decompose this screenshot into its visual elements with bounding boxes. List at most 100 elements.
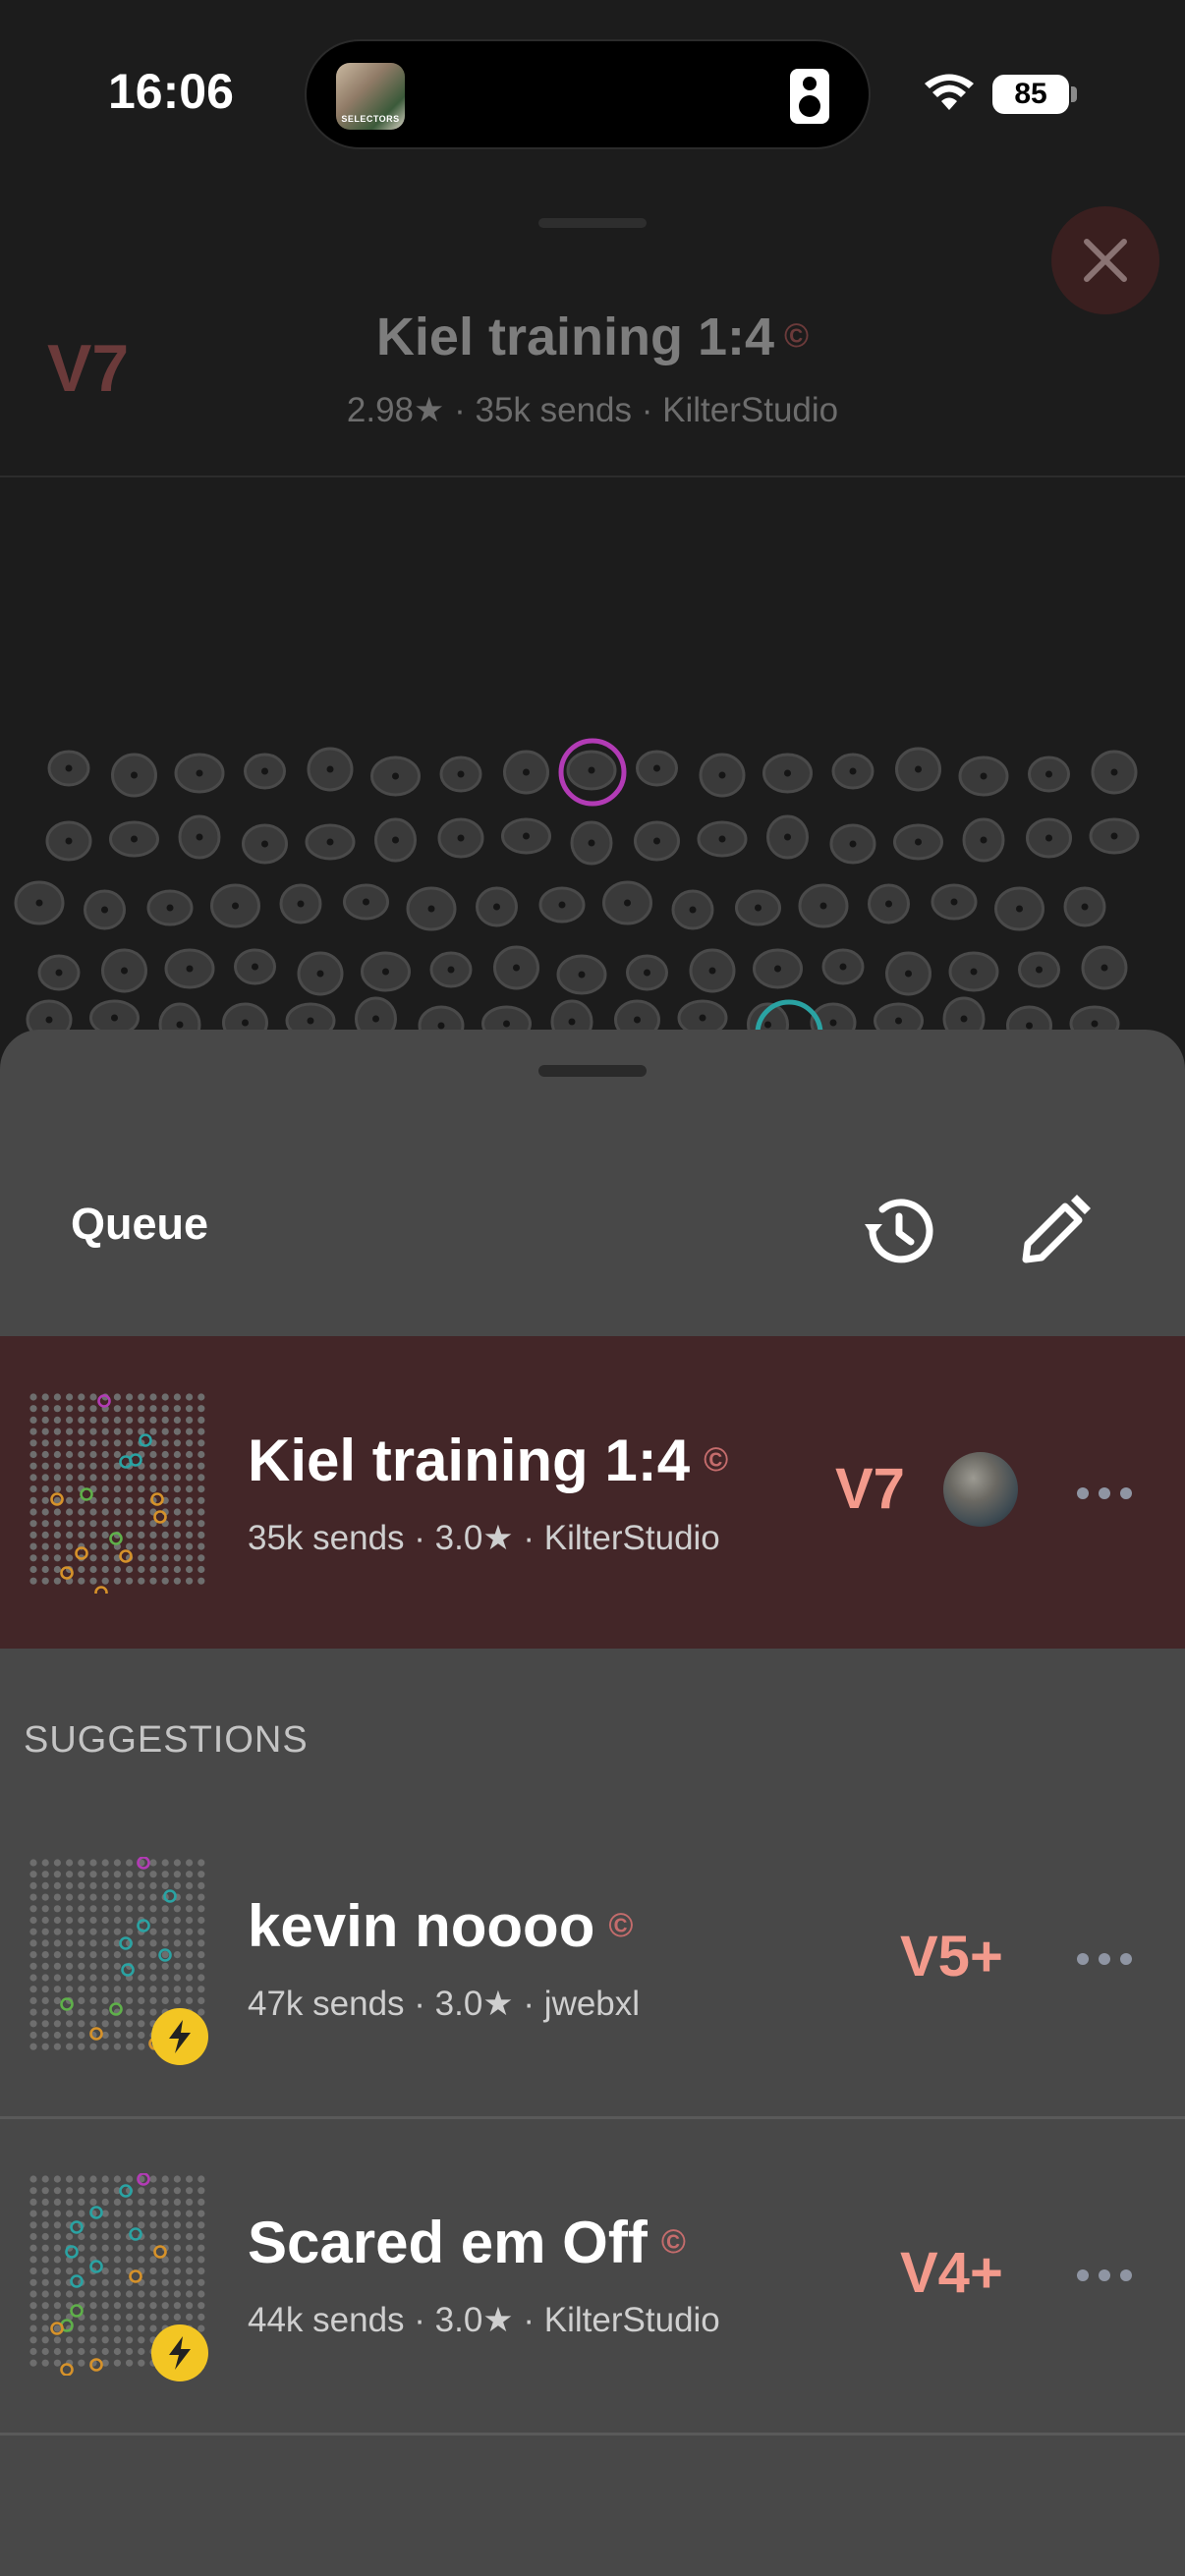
battery-indicator: 85 (992, 75, 1069, 114)
hold-bolt (558, 901, 566, 909)
more-options-button[interactable] (1077, 1484, 1136, 1503)
hold-bolt (950, 898, 958, 906)
climb-grade: V7 (835, 1457, 905, 1521)
hold-bolt (326, 838, 334, 846)
hold-bolt (65, 837, 73, 845)
speaker-icon (790, 69, 829, 124)
hold-bolt (523, 832, 530, 840)
hold-bolt (718, 835, 726, 843)
hold-bolt (307, 1017, 314, 1025)
hold-bolt (176, 1021, 184, 1029)
climb-grade: V5+ (900, 1925, 1003, 1988)
hold-bolt (35, 899, 43, 907)
dynamic-island[interactable]: SELECTORS (305, 39, 871, 149)
hold-bolt (1045, 834, 1052, 842)
close-button[interactable] (1051, 206, 1159, 314)
hold-bolt (653, 837, 660, 845)
board-hold (942, 996, 986, 1032)
hold-bolt (437, 1022, 445, 1030)
hold-bolt (905, 970, 912, 978)
hold-bolt (1016, 905, 1023, 913)
background-drag-handle[interactable] (538, 218, 647, 228)
hold-bolt (1026, 1022, 1033, 1030)
sheet-drag-handle[interactable] (538, 1065, 647, 1077)
pencil-icon (1022, 1195, 1091, 1263)
hold-bolt (101, 906, 108, 914)
hold-bolt (895, 1017, 902, 1025)
hold-bolt (242, 1019, 249, 1027)
avatar[interactable] (943, 1452, 1018, 1527)
hold-bolt (644, 969, 650, 977)
hold-bolt (1091, 1020, 1099, 1028)
climb-thumbnail (29, 1393, 205, 1594)
hold-bolt (1110, 768, 1118, 776)
queue-title: Queue (71, 1199, 209, 1249)
divider (0, 2433, 1185, 2436)
climb-subtitle: 47k sends · 3.0★ · jwebxl (248, 1985, 641, 2023)
hold-bolt (849, 840, 857, 848)
hold-bolt (316, 970, 324, 978)
status-time: 16:06 (108, 64, 234, 119)
hold-bolt (392, 772, 399, 780)
hold-bolt (111, 1014, 118, 1022)
climb-subtitle: 44k sends · 3.0★ · KilterStudio (248, 2301, 720, 2339)
climb-title: Kiel training 1:4 © (248, 1428, 729, 1493)
now-playing-artwork: SELECTORS (336, 63, 405, 130)
hold-bolt (65, 764, 73, 772)
copyright-icon: © (784, 317, 810, 355)
bolt-badge-icon (151, 2008, 208, 2065)
hold-bolt (232, 902, 239, 910)
copyright-icon: © (608, 1907, 634, 1944)
suggestion-item[interactable]: kevin noooo © 47k sends · 3.0★ · jwebxl V… (0, 1802, 1185, 2114)
hold-bolt (624, 899, 631, 907)
hold-bolt (588, 766, 595, 774)
hold-bolt (960, 1015, 968, 1023)
more-options-button[interactable] (1077, 2266, 1136, 2285)
hold-bolt (1100, 964, 1108, 972)
hold-bolt (849, 767, 857, 775)
hold-bolt (578, 971, 586, 979)
edit-button[interactable] (1012, 1189, 1097, 1273)
hold-bolt (839, 963, 847, 971)
climb-grade: V4+ (900, 2241, 1003, 2305)
battery-tip (1071, 86, 1077, 102)
hold-bolt (382, 968, 389, 976)
hold-bolt (131, 771, 138, 779)
hold-bolt (980, 836, 988, 844)
hold-bolt (372, 1015, 379, 1023)
queue-current-item[interactable]: Kiel training 1:4 © 35k sends · 3.0★ · Ki… (0, 1336, 1185, 1649)
hold-bolt (297, 900, 305, 908)
hold-bolt (784, 833, 791, 841)
hold-bolt (885, 900, 892, 908)
history-button[interactable] (857, 1189, 941, 1273)
hold-bolt (392, 836, 399, 844)
hold-bolt (196, 833, 203, 841)
hold-bolt (915, 765, 922, 773)
climb-subtitle: 35k sends · 3.0★ · KilterStudio (248, 1519, 720, 1557)
hold-bolt (363, 898, 369, 906)
climb-title: Scared em Off © (248, 2210, 686, 2275)
hold-bolt (1036, 966, 1043, 974)
more-options-button[interactable] (1077, 1949, 1136, 1969)
hold-bolt (970, 968, 978, 976)
hold-bolt (634, 1016, 641, 1024)
copyright-icon: © (704, 1441, 729, 1479)
hold-bolt (764, 1021, 771, 1029)
wifi-icon (925, 74, 974, 110)
hold-bolt (447, 966, 455, 974)
hold-bolt (261, 840, 268, 848)
hold-bolt (915, 838, 922, 846)
hold-bolt (427, 905, 435, 913)
climbing-board[interactable] (0, 707, 1185, 1032)
board-hold (481, 1005, 532, 1032)
hold-bolt (252, 963, 258, 971)
hold-bolt (784, 769, 791, 777)
suggestion-item[interactable]: Scared em Off © 44k sends · 3.0★ · Kilter… (0, 2118, 1185, 2431)
hold-bolt (121, 967, 128, 975)
hold-bolt (513, 964, 520, 972)
hold-bolt (718, 771, 726, 779)
hold-bolt (45, 1016, 53, 1024)
close-icon (1084, 239, 1127, 282)
hold-bolt (493, 903, 500, 911)
background-climb-subtitle: 2.98★ · 35k sends · KilterStudio (346, 391, 839, 429)
